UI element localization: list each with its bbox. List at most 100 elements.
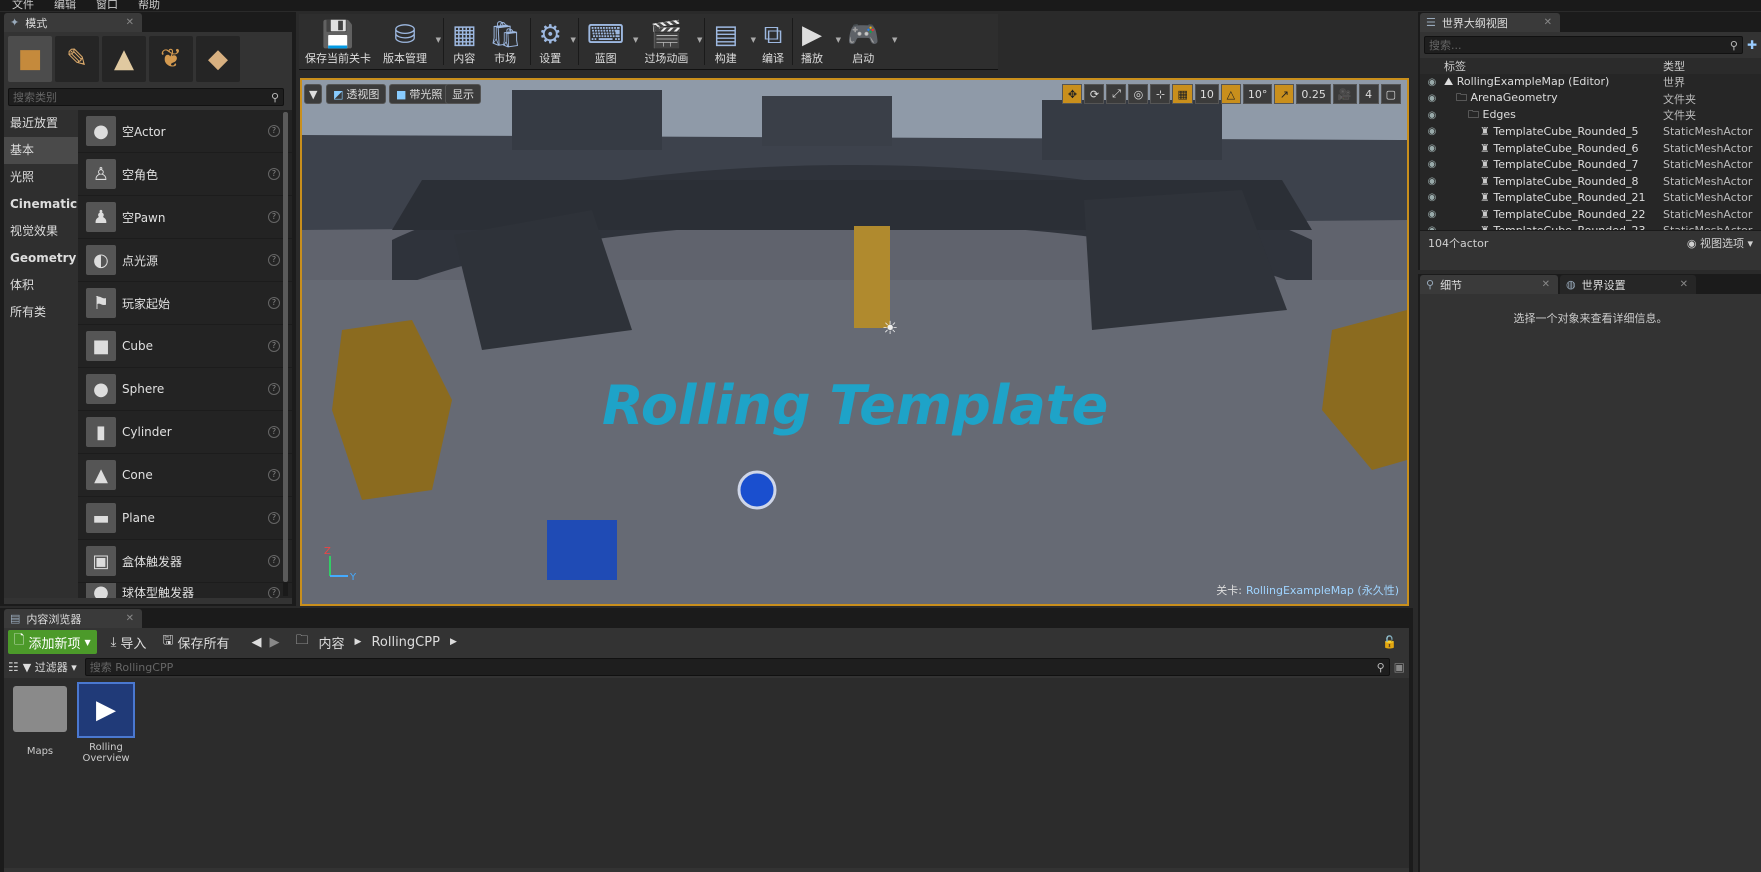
list-item[interactable]: ♟ 空Pawn? — [78, 196, 292, 239]
menu-help[interactable]: 帮助 — [138, 0, 160, 11]
help-icon[interactable]: ? — [268, 125, 280, 137]
visibility-eye-icon[interactable]: ◉ — [1420, 93, 1444, 104]
translate-icon[interactable]: ✥ — [1062, 84, 1083, 104]
save-search-icon[interactable]: ▣ — [1394, 660, 1405, 674]
outliner-search-input[interactable]: 搜索... ⚲ — [1424, 36, 1743, 54]
launch-button[interactable]: 🎮 启动 ▼ — [841, 14, 897, 69]
scale-snap-value[interactable]: 0.25 — [1296, 84, 1331, 104]
outliner-row[interactable]: ◉ ♜ TemplateCube_Rounded_8 StaticMeshActor — [1420, 173, 1761, 190]
help-icon[interactable]: ? — [268, 211, 280, 223]
help-icon[interactable]: ? — [268, 426, 280, 438]
save-all-button[interactable]: 🖫 保存所有 — [162, 631, 229, 653]
list-item[interactable]: ⚑ 玩家起始? — [78, 282, 292, 325]
outliner-row[interactable]: ◉ ♜ TemplateCube_Rounded_23 StaticMeshActo… — [1420, 223, 1761, 230]
outliner-row[interactable]: ◉ ⛰ RollingExampleMap (Editor) 世界 — [1420, 74, 1761, 91]
outliner-row[interactable]: ◉ ♜ TemplateCube_Rounded_6 StaticMeshActor — [1420, 140, 1761, 157]
chevron-right-icon[interactable]: ▶ — [355, 637, 362, 647]
outliner-row[interactable]: ◉ 🗀 Edges 文件夹 — [1420, 107, 1761, 124]
chevron-down-icon[interactable]: ▼ — [697, 36, 702, 44]
visibility-eye-icon[interactable]: ◉ — [1420, 126, 1444, 137]
modes-search-input[interactable]: 搜索类别 ⚲ — [8, 88, 284, 106]
outliner-row[interactable]: ◉ 🗀 ArenaGeometry 文件夹 — [1420, 91, 1761, 108]
import-button[interactable]: ⤓ 导入 — [111, 633, 147, 652]
marketplace-button[interactable]: 🛍 市场 — [483, 14, 528, 69]
world-space-icon[interactable]: ◎ — [1128, 84, 1149, 104]
build-button[interactable]: ▤ 构建 ▼ — [707, 14, 756, 69]
tab-content-browser[interactable]: ▤ 内容浏览器 ✕ — [4, 609, 142, 628]
surface-snap-icon[interactable]: ⊹ — [1150, 84, 1171, 104]
place-mode-icon[interactable]: ■ — [8, 36, 52, 82]
close-icon[interactable]: ✕ — [1526, 279, 1550, 290]
geometry-mode-icon[interactable]: ◆ — [196, 36, 240, 82]
viewport-options-button[interactable]: ▼ — [304, 84, 323, 104]
perspective-button[interactable]: ◩ 透视图 — [326, 84, 387, 104]
outliner-row[interactable]: ◉ ♜ TemplateCube_Rounded_5 StaticMeshActor — [1420, 124, 1761, 141]
chevron-down-icon[interactable]: ▼ — [892, 36, 897, 44]
breadcrumb-root[interactable]: 内容 — [319, 633, 345, 652]
forward-arrow-icon[interactable]: ▶ — [269, 635, 279, 650]
category-recent[interactable]: 最近放置 — [4, 110, 78, 137]
help-icon[interactable]: ? — [268, 586, 280, 598]
visibility-eye-icon[interactable]: ◉ — [1420, 225, 1444, 230]
chevron-right-icon[interactable]: ▶ — [450, 637, 457, 647]
content-search-input[interactable]: 搜索 RollingCPP ⚲ — [84, 658, 1390, 676]
cinematics-button[interactable]: 🎬 过场动画 ▼ — [638, 14, 702, 69]
chevron-down-icon[interactable]: ▼ — [436, 36, 441, 44]
list-item[interactable]: ● Sphere? — [78, 368, 292, 411]
close-icon[interactable]: ✕ — [110, 613, 134, 624]
list-item[interactable]: ▲ Cone? — [78, 454, 292, 497]
help-icon[interactable]: ? — [268, 168, 280, 180]
scale-icon[interactable]: ⤢ — [1106, 84, 1127, 104]
list-item[interactable]: ● 球体型触发器? — [78, 583, 292, 598]
rotation-snap-icon[interactable]: △ — [1220, 84, 1241, 104]
compile-button[interactable]: ⧉ 编译 — [756, 14, 790, 69]
menu-file[interactable]: 文件 — [12, 0, 34, 11]
help-icon[interactable]: ? — [268, 512, 280, 524]
grid-snap-icon[interactable]: ▦ — [1172, 84, 1193, 104]
menu-edit[interactable]: 编辑 — [54, 0, 76, 11]
landscape-mode-icon[interactable]: ▲ — [102, 36, 146, 82]
play-button[interactable]: ▶ 播放 ▼ — [795, 14, 841, 69]
visibility-eye-icon[interactable]: ◉ — [1420, 159, 1444, 170]
scrollbar[interactable] — [283, 112, 288, 596]
tutorial-asset[interactable]: ▶ Rolling Overview — [76, 682, 136, 764]
help-icon[interactable]: ? — [268, 383, 280, 395]
category-cinematic[interactable]: Cinematic — [4, 191, 78, 218]
filters-button[interactable]: ▼ 过滤器 ▾ — [23, 659, 77, 675]
grid-snap-value[interactable]: 10 — [1194, 84, 1219, 104]
category-all-classes[interactable]: 所有类 — [4, 299, 78, 326]
visibility-eye-icon[interactable]: ◉ — [1420, 192, 1444, 203]
tab-details[interactable]: ⚲ 细节 ✕ — [1420, 275, 1558, 294]
column-type[interactable]: 类型 — [1663, 58, 1761, 74]
menu-window[interactable]: 窗口 — [96, 0, 118, 11]
category-visual-effects[interactable]: 视觉效果 — [4, 218, 78, 245]
list-item[interactable]: ♙ 空角色? — [78, 153, 292, 196]
lit-mode-button[interactable]: ■ 带光照 — [389, 84, 450, 104]
tab-world-outliner[interactable]: ☰ 世界大纲视图 ✕ — [1420, 13, 1560, 32]
tab-modes[interactable]: ✦ 模式 ✕ — [4, 13, 142, 32]
rotation-snap-value[interactable]: 10° — [1242, 84, 1273, 104]
tab-world-settings[interactable]: ◍ 世界设置 ✕ — [1560, 275, 1696, 294]
list-item[interactable]: ■ Cube? — [78, 325, 292, 368]
help-icon[interactable]: ? — [268, 297, 280, 309]
breadcrumb-folder[interactable]: RollingCPP — [371, 635, 440, 650]
add-actor-icon[interactable]: ✚ — [1747, 38, 1757, 52]
source-control-button[interactable]: ⛁ 版本管理 ▼ — [377, 14, 441, 69]
folder-asset[interactable]: Maps — [10, 686, 70, 757]
help-icon[interactable]: ? — [268, 555, 280, 567]
sources-toggle-icon[interactable]: ☷ — [8, 660, 19, 674]
list-item[interactable]: ● 空Actor? — [78, 110, 292, 153]
list-item[interactable]: ▮ Cylinder? — [78, 411, 292, 454]
visibility-eye-icon[interactable]: ◉ — [1420, 110, 1444, 121]
outliner-row[interactable]: ◉ ♜ TemplateCube_Rounded_21 StaticMeshActo… — [1420, 190, 1761, 207]
visibility-eye-icon[interactable]: ◉ — [1420, 176, 1444, 187]
category-geometry[interactable]: Geometry — [4, 245, 78, 272]
add-new-button[interactable]: 🗋 添加新项 ▼ — [8, 630, 97, 654]
list-item[interactable]: ◐ 点光源? — [78, 239, 292, 282]
chevron-down-icon[interactable]: ▼ — [571, 36, 576, 44]
blueprints-button[interactable]: ⌨ 蓝图 ▼ — [581, 14, 639, 69]
outliner-row[interactable]: ◉ ♜ TemplateCube_Rounded_22 StaticMeshActo… — [1420, 206, 1761, 223]
paint-mode-icon[interactable]: ✎ — [55, 36, 99, 82]
column-label[interactable]: 标签 — [1444, 58, 1663, 74]
settings-button[interactable]: ⚙ 设置 ▼ — [533, 14, 576, 69]
